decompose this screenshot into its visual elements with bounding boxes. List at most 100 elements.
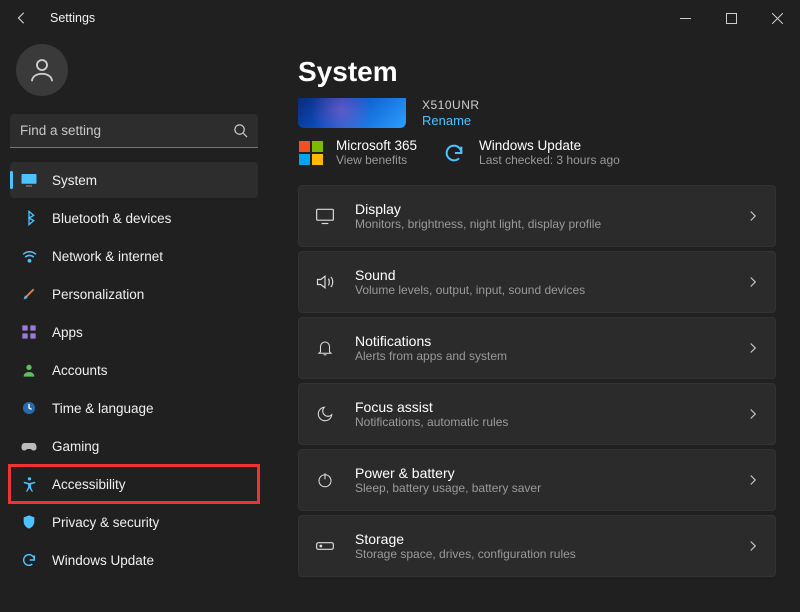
storage-icon xyxy=(311,536,339,556)
window-title: Settings xyxy=(50,11,95,25)
card-sound[interactable]: Sound Volume levels, output, input, soun… xyxy=(298,251,776,313)
nav-accessibility[interactable]: Accessibility xyxy=(10,466,258,502)
close-button[interactable] xyxy=(754,2,800,34)
card-title: Display xyxy=(355,201,731,217)
nav-accounts[interactable]: Accounts xyxy=(10,352,258,388)
search-box[interactable] xyxy=(10,114,258,148)
card-notifications[interactable]: Notifications Alerts from apps and syste… xyxy=(298,317,776,379)
card-sub: Alerts from apps and system xyxy=(355,349,731,363)
nav-windows-update[interactable]: Windows Update xyxy=(10,542,258,578)
user-icon xyxy=(27,55,57,85)
sound-icon xyxy=(311,272,339,292)
search-icon xyxy=(233,123,248,138)
card-sub: Notifications, automatic rules xyxy=(355,415,731,429)
device-row: X510UNR Rename xyxy=(298,98,776,128)
chevron-right-icon xyxy=(747,408,759,420)
search-input[interactable] xyxy=(20,123,233,138)
nav-personalization[interactable]: Personalization xyxy=(10,276,258,312)
chevron-right-icon xyxy=(747,342,759,354)
device-name: X510UNR xyxy=(422,98,480,112)
apps-icon xyxy=(20,323,38,341)
wifi-icon xyxy=(20,247,38,265)
card-sub: Sleep, battery usage, battery saver xyxy=(355,481,731,495)
chevron-right-icon xyxy=(747,474,759,486)
chip-ms365[interactable]: Microsoft 365 View benefits xyxy=(298,138,417,167)
card-title: Power & battery xyxy=(355,465,731,481)
nav-gaming[interactable]: Gaming xyxy=(10,428,258,464)
card-sub: Monitors, brightness, night light, displ… xyxy=(355,217,731,231)
titlebar: Settings xyxy=(0,0,800,36)
bell-icon xyxy=(311,339,339,357)
chevron-right-icon xyxy=(747,210,759,222)
card-title: Storage xyxy=(355,531,731,547)
update-icon xyxy=(20,551,38,569)
chip-windows-update[interactable]: Windows Update Last checked: 3 hours ago xyxy=(441,138,620,167)
clock-globe-icon xyxy=(20,399,38,417)
chip-sub: Last checked: 3 hours ago xyxy=(479,153,620,167)
power-icon xyxy=(311,471,339,489)
nav-label: Personalization xyxy=(52,287,144,302)
card-sub: Volume levels, output, input, sound devi… xyxy=(355,283,731,297)
bluetooth-icon xyxy=(20,209,38,227)
window-controls xyxy=(662,2,800,34)
shield-icon xyxy=(20,513,38,531)
card-storage[interactable]: Storage Storage space, drives, configura… xyxy=(298,515,776,577)
nav-label: Windows Update xyxy=(52,553,154,568)
accessibility-icon xyxy=(20,475,38,493)
info-row: Microsoft 365 View benefits Windows Upda… xyxy=(298,136,776,185)
nav-privacy[interactable]: Privacy & security xyxy=(10,504,258,540)
nav-system[interactable]: System xyxy=(10,162,258,198)
sidebar: System Bluetooth & devices Network & int… xyxy=(0,36,268,612)
nav-apps[interactable]: Apps xyxy=(10,314,258,350)
nav-label: Network & internet xyxy=(52,249,163,264)
gamepad-icon xyxy=(20,437,38,455)
profile[interactable] xyxy=(10,40,258,110)
back-button[interactable] xyxy=(8,4,36,32)
nav-time-language[interactable]: Time & language xyxy=(10,390,258,426)
avatar xyxy=(16,44,68,96)
monitor-icon xyxy=(20,171,38,189)
rename-link[interactable]: Rename xyxy=(422,113,480,128)
main: System Bluetooth & devices Network & int… xyxy=(0,36,800,612)
close-icon xyxy=(772,13,783,24)
maximize-icon xyxy=(726,13,737,24)
nav-label: Privacy & security xyxy=(52,515,159,530)
device-thumbnail[interactable] xyxy=(298,98,406,128)
nav-label: Apps xyxy=(52,325,83,340)
maximize-button[interactable] xyxy=(708,2,754,34)
minimize-icon xyxy=(680,13,691,24)
device-meta: X510UNR Rename xyxy=(422,98,480,128)
page-title: System xyxy=(298,56,776,88)
nav-label: Accessibility xyxy=(52,477,126,492)
minimize-button[interactable] xyxy=(662,2,708,34)
nav-label: Bluetooth & devices xyxy=(52,211,171,226)
settings-cards: Display Monitors, brightness, night ligh… xyxy=(298,185,776,577)
chip-title: Microsoft 365 xyxy=(336,138,417,153)
nav: System Bluetooth & devices Network & int… xyxy=(10,162,258,578)
person-icon xyxy=(20,361,38,379)
chevron-right-icon xyxy=(747,276,759,288)
card-title: Notifications xyxy=(355,333,731,349)
sync-icon xyxy=(441,140,467,166)
microsoft-logo-icon xyxy=(298,140,324,166)
nav-network[interactable]: Network & internet xyxy=(10,238,258,274)
display-icon xyxy=(311,206,339,226)
moon-icon xyxy=(311,405,339,423)
nav-label: Accounts xyxy=(52,363,108,378)
card-title: Sound xyxy=(355,267,731,283)
titlebar-left: Settings xyxy=(8,4,95,32)
card-sub: Storage space, drives, configuration rul… xyxy=(355,547,731,561)
arrow-left-icon xyxy=(15,11,29,25)
nav-label: System xyxy=(52,173,97,188)
card-display[interactable]: Display Monitors, brightness, night ligh… xyxy=(298,185,776,247)
chip-sub: View benefits xyxy=(336,153,417,167)
nav-label: Gaming xyxy=(52,439,99,454)
card-focus-assist[interactable]: Focus assist Notifications, automatic ru… xyxy=(298,383,776,445)
nav-bluetooth[interactable]: Bluetooth & devices xyxy=(10,200,258,236)
chip-title: Windows Update xyxy=(479,138,620,153)
chevron-right-icon xyxy=(747,540,759,552)
content: System X510UNR Rename Microsoft 365 View… xyxy=(268,36,800,612)
card-title: Focus assist xyxy=(355,399,731,415)
nav-label: Time & language xyxy=(52,401,154,416)
card-power[interactable]: Power & battery Sleep, battery usage, ba… xyxy=(298,449,776,511)
